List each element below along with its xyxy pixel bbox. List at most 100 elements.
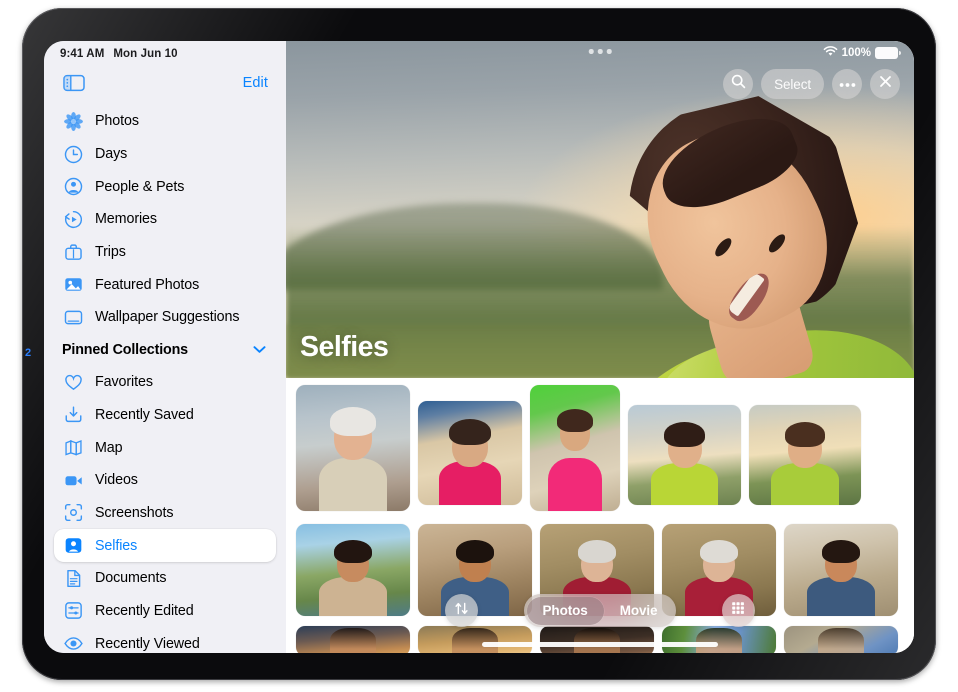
photos-movie-segmented-control: PhotosMovie — [524, 594, 676, 627]
map-icon — [62, 437, 84, 459]
thumb-person-hair — [785, 422, 826, 447]
thumb-person-body — [319, 458, 387, 511]
select-button[interactable]: Select — [761, 69, 824, 99]
sidebar-item-memories[interactable]: Memories — [54, 203, 276, 236]
sidebar-item-label: Map — [95, 440, 123, 456]
person-circle-icon — [62, 176, 84, 198]
thumb-person-partial — [818, 628, 864, 653]
thumb-woman-pink-top-rocks[interactable] — [418, 401, 522, 505]
grid-layout-button[interactable] — [722, 594, 755, 627]
suitcase-icon — [62, 241, 84, 263]
section-title: Pinned Collections — [62, 342, 188, 358]
handle-dot — [607, 49, 612, 54]
thumb-person-partial — [696, 628, 742, 653]
thumb-person-hair — [456, 540, 494, 563]
home-indicator[interactable] — [482, 642, 718, 647]
thumb-woman-green-scarf[interactable] — [530, 385, 620, 511]
hero-toolbar: Select — [723, 69, 900, 99]
sidebar-item-label: Featured Photos — [95, 277, 199, 293]
floating-bottom-controls: PhotosMovie — [286, 594, 914, 627]
thumb-elderly-couple-selfie[interactable] — [296, 385, 410, 511]
ellipsis-icon — [839, 75, 856, 93]
thumb-person-partial — [574, 628, 620, 653]
search-button[interactable] — [723, 69, 753, 99]
video-camera-icon — [62, 469, 84, 491]
sidebar-item-label: Selfies — [95, 538, 137, 554]
sidebar-item-recently-edited[interactable]: Recently Edited — [54, 595, 276, 628]
photo-row — [292, 626, 908, 653]
thumb-person-hair — [578, 540, 616, 563]
thumb-person-hair — [334, 540, 372, 563]
thumb-person-hair — [822, 540, 860, 563]
sidebar-item-documents[interactable]: Documents — [54, 562, 276, 595]
edit-button[interactable]: Edit — [243, 75, 268, 91]
sort-button[interactable] — [445, 594, 478, 627]
thumb-partial-sunset-people[interactable] — [296, 626, 410, 653]
sidebar-item-videos[interactable]: Videos — [54, 464, 276, 497]
thumb-person-hair — [330, 407, 377, 436]
status-bar-left: 9:41 AM Mon Jun 10 — [44, 41, 286, 63]
thumb-person-hair — [664, 422, 705, 447]
battery-full-icon — [875, 47, 898, 59]
thumb-person-partial — [452, 628, 498, 653]
sidebar-item-people-pets[interactable]: People & Pets — [54, 170, 276, 203]
selfie-person-icon — [62, 535, 84, 557]
sidebar-scroll-area[interactable]: Photos Days People & Pets Memories Trips Feat… — [44, 103, 286, 653]
memories-play-icon — [62, 208, 84, 230]
sidebar-item-selfies[interactable]: Selfies — [54, 529, 276, 562]
photo-row — [292, 385, 908, 511]
screenshot-frame-icon — [62, 502, 84, 524]
segment-photos[interactable]: Photos — [527, 597, 604, 625]
sidebar-item-label: Wallpaper Suggestions — [95, 309, 239, 325]
thumb-woman-lime-top-hills[interactable] — [628, 405, 741, 505]
sidebar-item-label: Recently Viewed — [95, 636, 200, 652]
ipad-device-frame: 2 — [22, 8, 936, 680]
sidebar-item-photos[interactable]: Photos — [54, 105, 276, 138]
sidebar-item-wallpaper-suggestions[interactable]: Wallpaper Suggestions — [54, 301, 276, 334]
sidebar-item-label: Days — [95, 146, 127, 162]
eye-icon — [62, 633, 84, 653]
thumb-person-hair — [700, 540, 738, 563]
thumb-person-curly-hair-lime[interactable] — [749, 405, 861, 505]
close-button[interactable] — [870, 69, 900, 99]
sidebar-item-trips[interactable]: Trips — [54, 236, 276, 269]
pinned-collections-section-header[interactable]: Pinned Collections — [54, 334, 276, 366]
thumb-partial-rock-sky[interactable] — [784, 626, 898, 653]
more-options-button[interactable] — [832, 69, 862, 99]
hero-subject-eye-left — [712, 236, 734, 259]
sidebar-item-map[interactable]: Map — [54, 431, 276, 464]
segment-movie[interactable]: Movie — [604, 597, 674, 625]
handle-dot — [598, 49, 603, 54]
bezel-annotation-marker: 2 — [19, 345, 37, 361]
thumb-person-body — [548, 458, 602, 511]
status-date: Mon Jun 10 — [113, 48, 177, 60]
multitask-handle-icon[interactable] — [589, 49, 612, 54]
sidebar-toggle-icon[interactable] — [63, 74, 85, 92]
heart-icon — [62, 371, 84, 393]
photos-flower-icon — [62, 110, 84, 132]
sidebar-item-featured-photos[interactable]: Featured Photos — [54, 268, 276, 301]
sidebar-item-recently-viewed[interactable]: Recently Viewed — [54, 627, 276, 653]
handle-dot — [589, 49, 594, 54]
sidebar-item-label: Favorites — [95, 374, 153, 390]
thumb-partial-sunset-couple[interactable] — [418, 626, 532, 653]
search-icon — [731, 74, 746, 94]
hero-subject-mouth — [723, 267, 776, 326]
sidebar-item-label: Documents — [95, 570, 166, 586]
sidebar-item-label: Screenshots — [95, 505, 173, 521]
sidebar-item-recently-saved[interactable]: Recently Saved — [54, 399, 276, 432]
sidebar-item-label: Trips — [95, 244, 126, 260]
sidebar-item-label: Memories — [95, 211, 157, 227]
thumb-partial-dark-pair[interactable] — [540, 626, 654, 653]
thumb-person-body — [651, 463, 719, 505]
thumb-person-body — [771, 463, 838, 505]
chevron-down-icon[interactable] — [253, 341, 266, 359]
thumb-partial-palm-sky[interactable] — [662, 626, 776, 653]
sidebar-item-screenshots[interactable]: Screenshots — [54, 497, 276, 530]
sidebar: 9:41 AM Mon Jun 10 Edit PhotosDaysP — [44, 41, 286, 653]
ipad-screen: Selfies 100% — [44, 41, 914, 653]
sidebar-item-days[interactable]: Days — [54, 138, 276, 171]
status-bar-right: 100% — [823, 46, 898, 60]
sidebar-item-favorites[interactable]: Favorites — [54, 366, 276, 399]
battery-percent-label: 100% — [842, 47, 871, 59]
